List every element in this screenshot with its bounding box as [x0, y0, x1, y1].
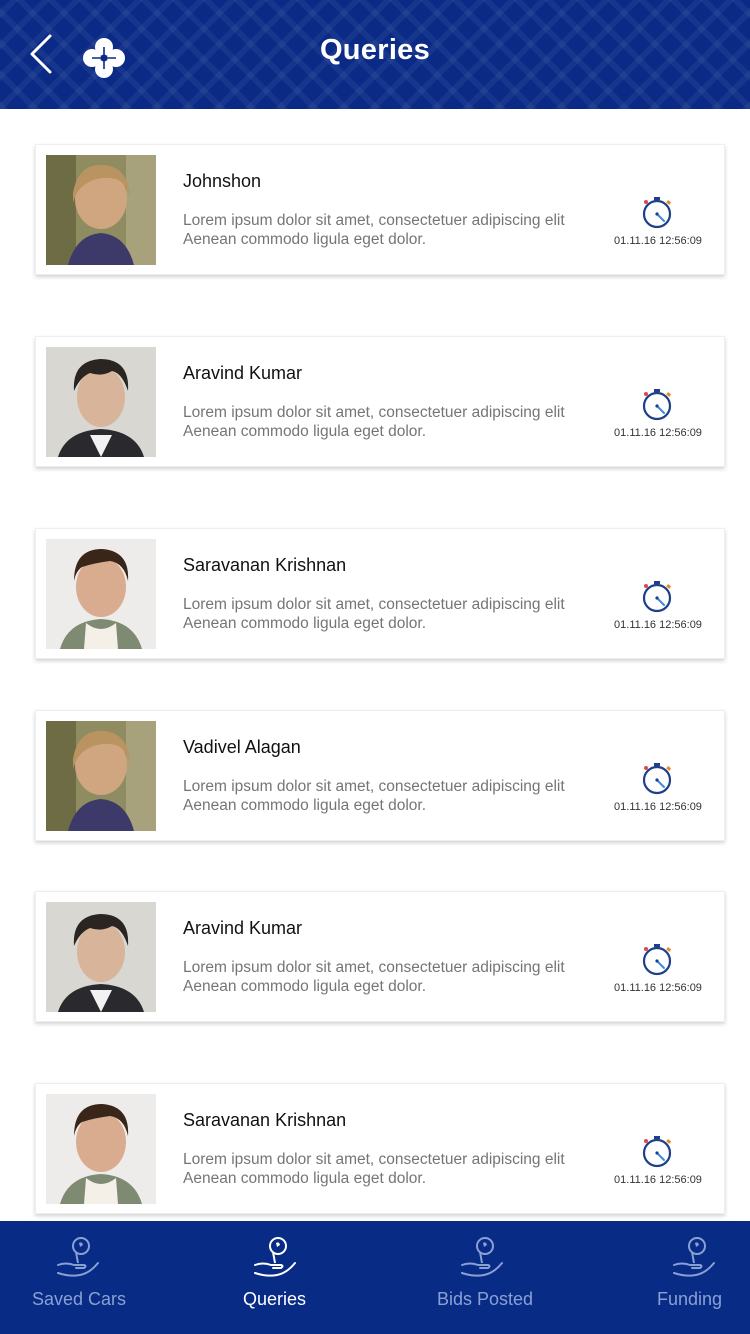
hand-key-icon [461, 1237, 503, 1277]
query-sender-name: Aravind Kumar [183, 363, 303, 383]
app-header: Queries [0, 0, 750, 109]
bottom-nav: Saved Cars Queries Bids Posted Funding [0, 1221, 750, 1334]
avatar [46, 902, 156, 1012]
query-message: Lorem ipsum dolor sit amet, consectetuer… [183, 212, 565, 248]
query-timestamp: 01.11.16 12:56:09 [614, 619, 702, 631]
nav-label: Saved Cars [32, 1289, 127, 1309]
stopwatch-icon [642, 944, 672, 976]
nav-item-bids-posted[interactable]: Bids Posted [420, 1221, 560, 1334]
query-card[interactable]: Saravanan Krishnan Lorem ipsum dolor sit… [35, 528, 725, 659]
query-card[interactable]: Saravanan Krishnan Lorem ipsum dolor sit… [35, 1083, 725, 1214]
query-message: Lorem ipsum dolor sit amet, consectetuer… [183, 959, 565, 995]
query-sender-name: Saravanan Krishnan [183, 1110, 347, 1130]
query-timestamp: 01.11.16 12:56:09 [614, 1174, 702, 1186]
query-card[interactable]: Aravind Kumar Lorem ipsum dolor sit amet… [35, 891, 725, 1022]
avatar [46, 721, 156, 831]
query-timestamp: 01.11.16 12:56:09 [614, 801, 702, 813]
query-timestamp: 01.11.16 12:56:09 [614, 427, 702, 439]
nav-item-queries[interactable]: Queries [215, 1221, 335, 1334]
nav-label: Bids Posted [437, 1289, 534, 1309]
query-card[interactable]: Aravind Kumar Lorem ipsum dolor sit amet… [35, 336, 725, 467]
avatar [46, 1094, 156, 1204]
stopwatch-icon [642, 1136, 672, 1168]
page-title: Queries [319, 34, 431, 66]
stopwatch-icon [642, 581, 672, 613]
hand-key-icon [673, 1237, 715, 1277]
query-sender-name: Johnshon [183, 171, 262, 191]
query-message: Lorem ipsum dolor sit amet, consectetuer… [183, 778, 565, 814]
query-message: Lorem ipsum dolor sit amet, consectetuer… [183, 404, 565, 440]
nav-label: Funding [657, 1289, 723, 1309]
nav-label: Queries [243, 1289, 307, 1309]
query-card[interactable]: Johnshon Lorem ipsum dolor sit amet, con… [35, 144, 725, 275]
queries-screen: Queries Johnshon Lorem ipsum dolor sit a… [0, 0, 750, 1334]
query-sender-name: Aravind Kumar [183, 918, 303, 938]
nav-item-saved-cars[interactable]: Saved Cars [0, 1221, 155, 1334]
query-timestamp: 01.11.16 12:56:09 [614, 982, 702, 994]
query-sender-name: Vadivel Alagan [183, 737, 301, 757]
stopwatch-icon [642, 763, 672, 795]
avatar [46, 155, 156, 265]
query-message: Lorem ipsum dolor sit amet, consectetuer… [183, 596, 565, 632]
query-sender-name: Saravanan Krishnan [183, 555, 347, 575]
query-card[interactable]: Vadivel Alagan Lorem ipsum dolor sit ame… [35, 710, 725, 841]
stopwatch-icon [642, 389, 672, 421]
hand-key-icon [254, 1237, 296, 1277]
query-timestamp: 01.11.16 12:56:09 [614, 235, 702, 247]
query-message: Lorem ipsum dolor sit amet, consectetuer… [183, 1151, 565, 1187]
nav-item-funding[interactable]: Funding [640, 1221, 750, 1334]
hand-key-icon [57, 1237, 99, 1277]
stopwatch-icon [642, 197, 672, 229]
avatar [46, 539, 156, 649]
avatar [46, 347, 156, 457]
